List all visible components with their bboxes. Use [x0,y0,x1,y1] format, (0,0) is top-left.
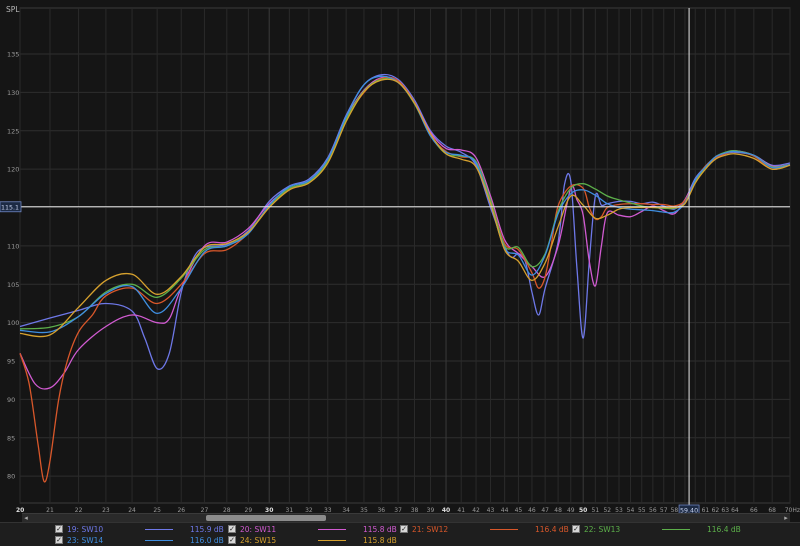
series-level: 115.8 dB [363,525,397,534]
series-checkbox[interactable]: ✓ [228,536,236,544]
y-tick-label: 90 [7,396,15,404]
y-tick-label: 85 [7,434,15,442]
series-swatch [318,540,346,541]
series-level: 115.9 dB [190,525,224,534]
series-name: 24: SW15 [240,536,277,545]
series-name: 22: SW13 [584,525,621,534]
series-checkbox[interactable]: ✓ [228,525,236,533]
series-level: 116.0 dB [190,536,224,545]
legend: ✓ 19: SW10 115.9 dB ✓ 20: SW11 115.8 dB ✓ 21: S… [0,522,800,546]
series-swatch [145,540,173,541]
y-tick-label: 95 [7,358,15,366]
legend-item[interactable]: ✓ 21: SW12 116.4 dB [400,524,570,535]
legend-item[interactable]: ✓ 19: SW10 115.9 dB [55,524,225,535]
series-checkbox[interactable]: ✓ [55,536,63,544]
y-tick-label: 105 [7,281,19,289]
series-swatch [662,529,690,530]
horizontal-scrollbar[interactable]: ◂ ▸ [22,513,790,522]
series-checkbox[interactable]: ✓ [400,525,408,533]
y-tick-label: 135 [7,51,19,59]
y-tick-label: 100 [7,319,19,327]
series-level: 115.8 dB [363,536,397,545]
series-checkbox[interactable]: ✓ [572,525,580,533]
y-tick-label: 120 [7,166,19,174]
chart-background [0,0,800,522]
cursor-y-readout: 115.1 [1,204,19,211]
y-tick-label: 80 [7,473,15,481]
y-axis-label: SPL [6,5,20,14]
legend-item[interactable]: ✓ 23: SW14 116.0 dB [55,535,225,546]
series-checkbox[interactable]: ✓ [55,525,63,533]
series-level: 116.4 dB [707,525,741,534]
legend-item[interactable]: ✓ 20: SW11 115.8 dB [228,524,398,535]
scroll-right-arrow[interactable]: ▸ [782,514,790,522]
spl-chart[interactable]: SPL 80859095100105110115120125130135 202… [0,0,800,522]
legend-item[interactable]: ✓ 24: SW15 115.8 dB [228,535,398,546]
scroll-left-arrow[interactable]: ◂ [22,514,30,522]
series-name: 19: SW10 [67,525,104,534]
scroll-thumb[interactable] [206,515,326,521]
series-name: 20: SW11 [240,525,277,534]
y-tick-label: 130 [7,89,19,97]
series-level: 116.4 dB [535,525,569,534]
series-name: 23: SW14 [67,536,104,545]
y-tick-label: 125 [7,127,19,135]
series-swatch [490,529,518,530]
series-swatch [318,529,346,530]
series-name: 21: SW12 [412,525,449,534]
series-swatch [145,529,173,530]
y-tick-label: 110 [7,242,19,250]
legend-item[interactable]: ✓ 22: SW13 116.4 dB [572,524,742,535]
